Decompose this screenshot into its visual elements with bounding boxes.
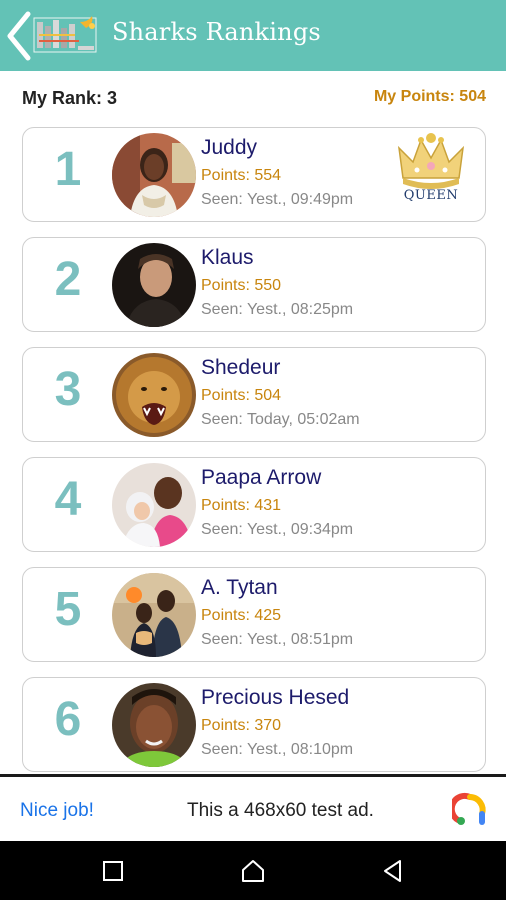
square-icon[interactable]: [100, 858, 126, 884]
avatar[interactable]: [112, 463, 196, 547]
page-title: Sharks Rankings: [112, 18, 321, 46]
player-name: Paapa Arrow: [201, 466, 322, 489]
avatar-photo: [112, 573, 196, 657]
rank-number: 1: [54, 143, 82, 196]
last-seen: Seen: Yest., 08:10pm: [201, 741, 354, 758]
home-icon[interactable]: [240, 858, 266, 884]
summary-row: My Rank: 3 My Points: 504: [0, 71, 506, 123]
ranking-card[interactable]: 2 Klaus Points: 550 Seen: Yest., 08:25pm: [22, 237, 486, 332]
avatar[interactable]: [112, 683, 196, 767]
avatar-photo: [112, 683, 196, 767]
player-name: Precious Hesed: [201, 686, 350, 709]
rank-number: 5: [54, 583, 82, 636]
rankings-list[interactable]: 1 Juddy Points: 554 Seen: Yest., 09:49pm: [22, 127, 486, 774]
player-name: A. Tytan: [201, 576, 278, 599]
last-seen: Seen: Yest., 09:49pm: [201, 191, 354, 208]
app-bar: Sharks Rankings: [0, 0, 506, 71]
my-points-label: My Points: 504: [373, 88, 486, 105]
back-arrow-icon: [7, 11, 97, 61]
ranking-card[interactable]: 3 Shedeur Points: 504 Seen: Today, 05:02…: [22, 347, 486, 442]
avatar[interactable]: [112, 243, 196, 327]
back-button[interactable]: [4, 10, 108, 62]
queen-badge: QUEEN: [403, 188, 459, 203]
rank-number: 6: [54, 693, 82, 746]
last-seen: Seen: Today, 05:02am: [201, 411, 360, 428]
system-nav-bar: [0, 841, 506, 900]
player-name: Juddy: [201, 136, 258, 159]
last-seen: Seen: Yest., 08:25pm: [201, 301, 354, 318]
ranking-card[interactable]: 4 Paapa Arrow Points: 431 Seen: Yest., 0…: [22, 457, 486, 552]
ad-text[interactable]: This a 468x60 test ad.: [187, 800, 374, 822]
rank-number: 3: [54, 363, 82, 416]
player-points: Points: 554: [201, 167, 282, 184]
ad-headline[interactable]: Nice job!: [20, 800, 94, 822]
player-points: Points: 431: [201, 497, 282, 514]
ads-logo-icon[interactable]: [452, 792, 488, 828]
ranking-card[interactable]: 5 A. Tytan Points: 425 Seen: Yest., 08:5…: [22, 567, 486, 662]
player-points: Points: 550: [201, 277, 282, 294]
avatar-photo: [112, 353, 196, 437]
my-rank-label: My Rank: 3: [22, 88, 118, 108]
player-points: Points: 504: [201, 387, 282, 404]
ranking-card[interactable]: 1 Juddy Points: 554 Seen: Yest., 09:49pm: [22, 127, 486, 222]
avatar[interactable]: [112, 353, 196, 437]
player-points: Points: 370: [201, 717, 282, 734]
avatar[interactable]: [112, 573, 196, 657]
avatar-photo: [112, 133, 196, 217]
triangle-back-icon[interactable]: [380, 858, 406, 884]
player-points: Points: 425: [201, 607, 282, 624]
rank-number: 2: [54, 253, 82, 306]
rank-number: 4: [54, 473, 82, 526]
player-name: Klaus: [201, 246, 254, 269]
last-seen: Seen: Yest., 09:34pm: [201, 521, 354, 538]
ad-banner[interactable]: Nice job! This a 468x60 test ad.: [0, 774, 506, 841]
ranking-card[interactable]: 6 Precious Hesed Points: 370 Seen: Yest.…: [22, 677, 486, 772]
last-seen: Seen: Yest., 08:51pm: [201, 631, 354, 648]
avatar-photo: [112, 463, 196, 547]
avatar-photo: [112, 243, 196, 327]
player-name: Shedeur: [201, 356, 281, 379]
avatar[interactable]: [112, 133, 196, 217]
